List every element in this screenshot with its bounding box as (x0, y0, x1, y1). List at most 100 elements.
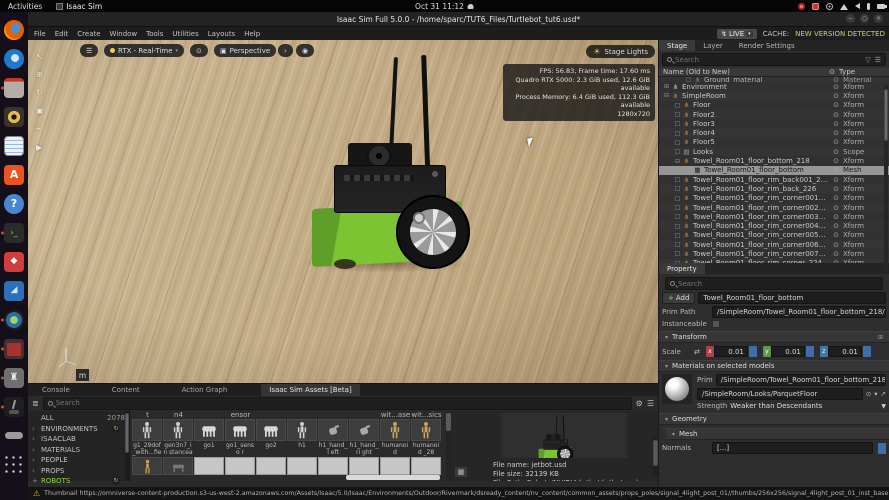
visibility-eye-icon[interactable]: ⊙ (829, 213, 843, 221)
asset-thumbnail[interactable] (194, 457, 224, 475)
play-button-icon[interactable]: ▶ (36, 143, 44, 152)
asset-tile[interactable]: humanoid _28 (411, 419, 441, 456)
window-title-bar[interactable]: Isaac Sim Full 5.0.0 - /home/sparc/TUT6_… (28, 12, 889, 27)
live-sync-button[interactable]: ↯LIVE▾ (717, 29, 757, 39)
scale-z-input[interactable]: 0.01 (828, 346, 862, 357)
visibility-button[interactable]: ⊙ (190, 44, 208, 57)
gear-icon[interactable]: ⚙ (636, 399, 643, 408)
category-item[interactable]: + ROBOTS ↻ (28, 476, 129, 487)
table-row[interactable]: Towel_Room01_floor_rim_corner005_234 ⊙ X… (659, 231, 889, 240)
camera-selector[interactable]: ▣Perspective (214, 44, 276, 57)
expander-box[interactable] (673, 195, 682, 202)
table-row[interactable]: Towel_Room01_floor_rim_corner002_228 ⊙ X… (659, 203, 889, 212)
table-row[interactable]: SimpleRoom ⊙ Xform (659, 91, 889, 100)
options-icon[interactable]: ☰ (875, 56, 881, 64)
property-search[interactable] (665, 277, 883, 290)
maximize-button[interactable]: ○ (860, 14, 869, 23)
table-row[interactable]: Towel_Room01_floor_rim_back001_222 ⊙ Xfo… (659, 175, 889, 184)
rotate-tool-icon[interactable]: ↻ (36, 88, 44, 97)
material-prim-field[interactable]: /SimpleRoom/Towel_Room01_floor_bottom_21… (716, 374, 886, 386)
section-options-icon[interactable]: ⊞ (878, 334, 883, 341)
dock-app-icon[interactable] (0, 334, 28, 363)
tray-icon[interactable] (812, 3, 819, 10)
visibility-eye-icon[interactable]: ⊙ (829, 241, 843, 249)
materials-section-header[interactable]: ▾ Materials on selected models (659, 360, 889, 372)
categories-scrollbar[interactable] (125, 411, 129, 481)
expander-box[interactable] (673, 241, 682, 248)
grid-view-icon[interactable]: ▦ (455, 467, 467, 477)
dock-app-icon[interactable]: ♜ (0, 363, 28, 392)
stage-lights-button[interactable]: ☀Stage Lights (586, 45, 655, 58)
assets-search[interactable] (43, 397, 632, 410)
expander-box[interactable] (673, 250, 682, 257)
asset-thumbnail[interactable] (318, 457, 348, 475)
tray-icon[interactable] (867, 3, 870, 10)
table-row[interactable]: Towel_Room01_floor_rim_corner004_232 ⊙ X… (659, 221, 889, 230)
expander-box[interactable] (673, 111, 682, 118)
dock-app-icon[interactable] (0, 421, 28, 450)
table-row[interactable]: Floor2 ⊙ Xform (659, 110, 889, 119)
filter-list-icon[interactable]: ≣ (32, 399, 39, 408)
expander-box[interactable] (662, 83, 671, 90)
clock[interactable]: Oct 31 11:12 (415, 2, 474, 11)
visibility-eye-icon[interactable]: ⊙ (829, 92, 843, 100)
list-view-icon[interactable]: ☰ (647, 399, 654, 408)
menu-item[interactable]: Help (244, 30, 260, 38)
table-row[interactable]: Looks ⊙ Scope (659, 147, 889, 156)
dock-app-icon[interactable] (0, 305, 28, 334)
type-column-header[interactable]: Type (839, 68, 885, 76)
expander-box[interactable] (673, 102, 682, 109)
asset-thumbnail[interactable] (256, 457, 286, 475)
panel-tab[interactable]: Isaac Sim Assets [Beta] (261, 384, 359, 396)
tray-icon[interactable] (855, 3, 860, 9)
3d-viewport[interactable]: ☰ RTX - Real-Time▾ ⊙ ▣Perspective › ◉ ↖ … (28, 40, 658, 383)
panel-tab[interactable]: Stage (659, 40, 695, 51)
visibility-eye-icon[interactable]: ⊙ (829, 111, 843, 119)
asset-tile[interactable]: go1_senso r (225, 419, 255, 456)
expander-box[interactable] (673, 213, 682, 220)
category-item[interactable]: › PEOPLE ↻ (28, 455, 129, 466)
link-scale-icon[interactable]: ⇄ (694, 348, 700, 356)
tray-icon[interactable] (826, 3, 833, 10)
add-property-button[interactable]: +Add (662, 292, 695, 304)
visibility-eye-icon[interactable]: ⊙ (829, 176, 843, 184)
capture-button[interactable]: ◉ (296, 44, 314, 57)
tab-property[interactable]: Property (659, 263, 705, 274)
target-icon[interactable]: ⊙ (866, 390, 871, 398)
visibility-eye-icon[interactable]: ⊙ (829, 120, 843, 128)
toolbar-expand-button[interactable]: › (278, 44, 293, 57)
table-row[interactable]: Floor ⊙ Xform (659, 101, 889, 110)
category-item[interactable]: › ENVIRONMENTS ↻ (28, 424, 129, 435)
stage-tree-header[interactable]: Name (Old to New) ⊙ Type (659, 68, 889, 77)
asset-tile[interactable]: gen3n7_in stanceable (163, 419, 193, 456)
dock-app-icon[interactable]: ›_ (0, 218, 28, 247)
visibility-eye-icon[interactable]: ⊙ (829, 222, 843, 230)
select-tool-icon[interactable]: ↖ (36, 52, 44, 61)
units-badge[interactable]: m (76, 369, 89, 381)
dock-app-icon[interactable] (0, 44, 28, 73)
viewport-options-button[interactable]: ☰ (80, 44, 98, 57)
category-item[interactable]: › PROPS ↻ (28, 466, 129, 477)
panel-tab[interactable]: Layer (695, 40, 731, 51)
visibility-eye-icon[interactable]: ⊙ (829, 204, 843, 212)
table-row[interactable]: Floor5 ⊙ Xform (659, 138, 889, 147)
expander-box[interactable] (673, 120, 682, 127)
menu-item[interactable]: Layouts (208, 30, 235, 38)
asset-grid-horizontal-scrollbar[interactable] (346, 475, 440, 480)
minimize-button[interactable]: − (846, 14, 855, 23)
dock-app-icon[interactable] (0, 131, 28, 160)
assets-search-input[interactable] (56, 399, 627, 407)
asset-thumbnail[interactable] (163, 457, 193, 475)
open-material-icon[interactable]: ↗ (881, 390, 886, 398)
asset-tile[interactable]: humanoid (380, 419, 410, 456)
panel-tab[interactable]: Console (34, 384, 78, 396)
filter-icon[interactable]: ▽ (865, 56, 870, 64)
asset-tile[interactable]: go1 (194, 419, 224, 456)
visibility-eye-icon[interactable]: ⊙ (829, 185, 843, 193)
dock-app-icon[interactable]: ? (0, 189, 28, 218)
tray-icon[interactable] (840, 4, 848, 10)
menu-item[interactable]: File (34, 30, 46, 38)
visibility-eye-icon[interactable]: ⊙ (829, 138, 843, 146)
expander-box[interactable] (673, 232, 682, 239)
dock-app-icon[interactable] (0, 15, 28, 44)
